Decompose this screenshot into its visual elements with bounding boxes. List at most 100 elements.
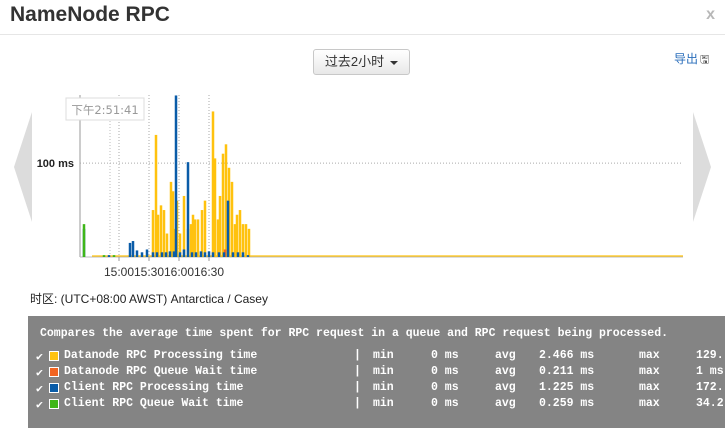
time-range-dropdown[interactable]: 过去2小时	[313, 49, 410, 75]
chart-bar	[213, 158, 217, 257]
chart-bar	[128, 242, 132, 257]
hover-time-label: 下午2:51:41	[71, 103, 138, 117]
legend-max-label: max	[639, 365, 660, 378]
dialog-header: NameNode RPC x	[0, 0, 725, 35]
legend-min-label: min	[373, 365, 394, 378]
legend-max-label: max	[639, 349, 660, 362]
legend-avg-label: avg	[495, 397, 516, 410]
chart-bar	[182, 195, 186, 257]
chart-bar	[241, 224, 245, 257]
floppy-disk-icon: 🖫	[700, 54, 710, 66]
x-tick-label: 15:30	[134, 265, 164, 278]
x-tick-label: 16:30	[194, 265, 224, 278]
chart-bar	[238, 210, 242, 257]
chart-bar	[174, 95, 178, 257]
checkmark-icon[interactable]: ✔	[36, 349, 43, 364]
legend-avg-label: avg	[495, 381, 516, 394]
legend-avg-label: avg	[495, 349, 516, 362]
time-range-label: 过去2小时	[324, 54, 385, 69]
chart-bar	[222, 252, 226, 257]
chart-bar	[135, 250, 139, 257]
chart-bar	[160, 252, 164, 257]
export-link[interactable]: 导出 🖫	[674, 50, 709, 70]
legend-max-label: max	[639, 397, 660, 410]
chart-bar	[241, 252, 245, 257]
legend-min-label: min	[373, 397, 394, 410]
legend-avg: 0.259 ms	[539, 397, 595, 410]
chart-bar	[162, 210, 166, 257]
chart-bar	[140, 252, 144, 257]
chart-bar	[218, 195, 222, 257]
chart-bar	[217, 252, 221, 257]
legend-min: 0 ms	[431, 365, 459, 378]
chart-bar	[236, 252, 240, 257]
chart-bar	[203, 252, 207, 257]
legend-max: 34.2	[696, 397, 724, 410]
chart-bar	[235, 214, 239, 257]
legend-color-swatch	[49, 367, 59, 377]
chart-bar	[200, 210, 204, 257]
legend-avg: 0.211 ms	[539, 365, 595, 378]
legend-color-swatch	[49, 383, 59, 393]
chevron-down-icon	[390, 60, 399, 65]
chart-bar	[203, 200, 207, 257]
legend-sep: |	[354, 381, 361, 394]
legend-name: Datanode RPC Queue Wait time	[64, 365, 258, 378]
legend-panel: Compares the average time spent for RPC …	[28, 316, 725, 428]
chart-bar	[102, 255, 106, 257]
legend-max: 1 ms	[696, 365, 724, 378]
legend-description: Compares the average time spent for RPC …	[40, 327, 669, 340]
chart-bar	[194, 252, 198, 257]
rpc-time-chart: 100 ms 15:00 15:30 16:00 16:30 下午2:51:41	[37, 95, 683, 278]
chart-bar	[156, 214, 160, 257]
legend-color-swatch	[49, 399, 59, 409]
checkmark-icon[interactable]: ✔	[36, 397, 43, 412]
timezone-label: 时区: (UTC+08:00 AWST) Antarctica / Casey	[30, 292, 268, 306]
legend-name: Client RPC Processing time	[64, 381, 244, 394]
chart-bar	[159, 205, 163, 257]
legend-max: 129.	[696, 349, 724, 362]
legend-sep: |	[354, 365, 361, 378]
chart-bar	[199, 251, 203, 257]
chart-bar	[221, 153, 225, 257]
chart-bar	[211, 252, 215, 257]
close-icon[interactable]: x	[706, 6, 715, 24]
dialog-title: NameNode RPC	[10, 3, 170, 26]
legend-name: Datanode RPC Processing time	[64, 349, 258, 362]
legend-max: 172.	[696, 381, 724, 394]
chart-bar	[178, 252, 182, 257]
legend-min: 0 ms	[431, 349, 459, 362]
chart-bar	[112, 255, 116, 257]
chart-bar	[226, 200, 230, 257]
chart-bar	[151, 252, 155, 257]
checkmark-icon[interactable]: ✔	[36, 381, 43, 396]
checkmark-icon[interactable]: ✔	[36, 365, 43, 380]
chart-bar	[155, 252, 159, 257]
chart-bar	[231, 252, 235, 257]
chart-bar	[247, 228, 251, 257]
chart-bar	[182, 249, 186, 257]
legend-name: Client RPC Queue Wait time	[64, 397, 244, 410]
chart-bar	[207, 251, 211, 257]
legend-min: 0 ms	[431, 381, 459, 394]
chart-bar	[151, 210, 155, 257]
legend-max-label: max	[639, 381, 660, 394]
chart-bar	[82, 224, 86, 257]
legend-avg: 1.225 ms	[539, 381, 595, 394]
chart-bar	[193, 219, 197, 257]
chart-bar	[107, 255, 111, 257]
chart-bar	[244, 224, 248, 257]
x-tick-label: 16:00	[164, 265, 194, 278]
legend-avg-label: avg	[495, 365, 516, 378]
chart-bar	[196, 219, 200, 257]
chart-bar	[230, 181, 234, 257]
chart-bar	[190, 252, 194, 257]
y-tick-label: 100 ms	[37, 158, 74, 170]
chart-bar	[164, 252, 168, 257]
chart-bar	[131, 241, 135, 257]
legend-sep: |	[354, 349, 361, 362]
chart-bar	[246, 255, 250, 257]
legend-avg: 2.466 ms	[539, 349, 595, 362]
chart-bar	[145, 249, 149, 257]
x-tick-label: 15:00	[104, 265, 134, 278]
